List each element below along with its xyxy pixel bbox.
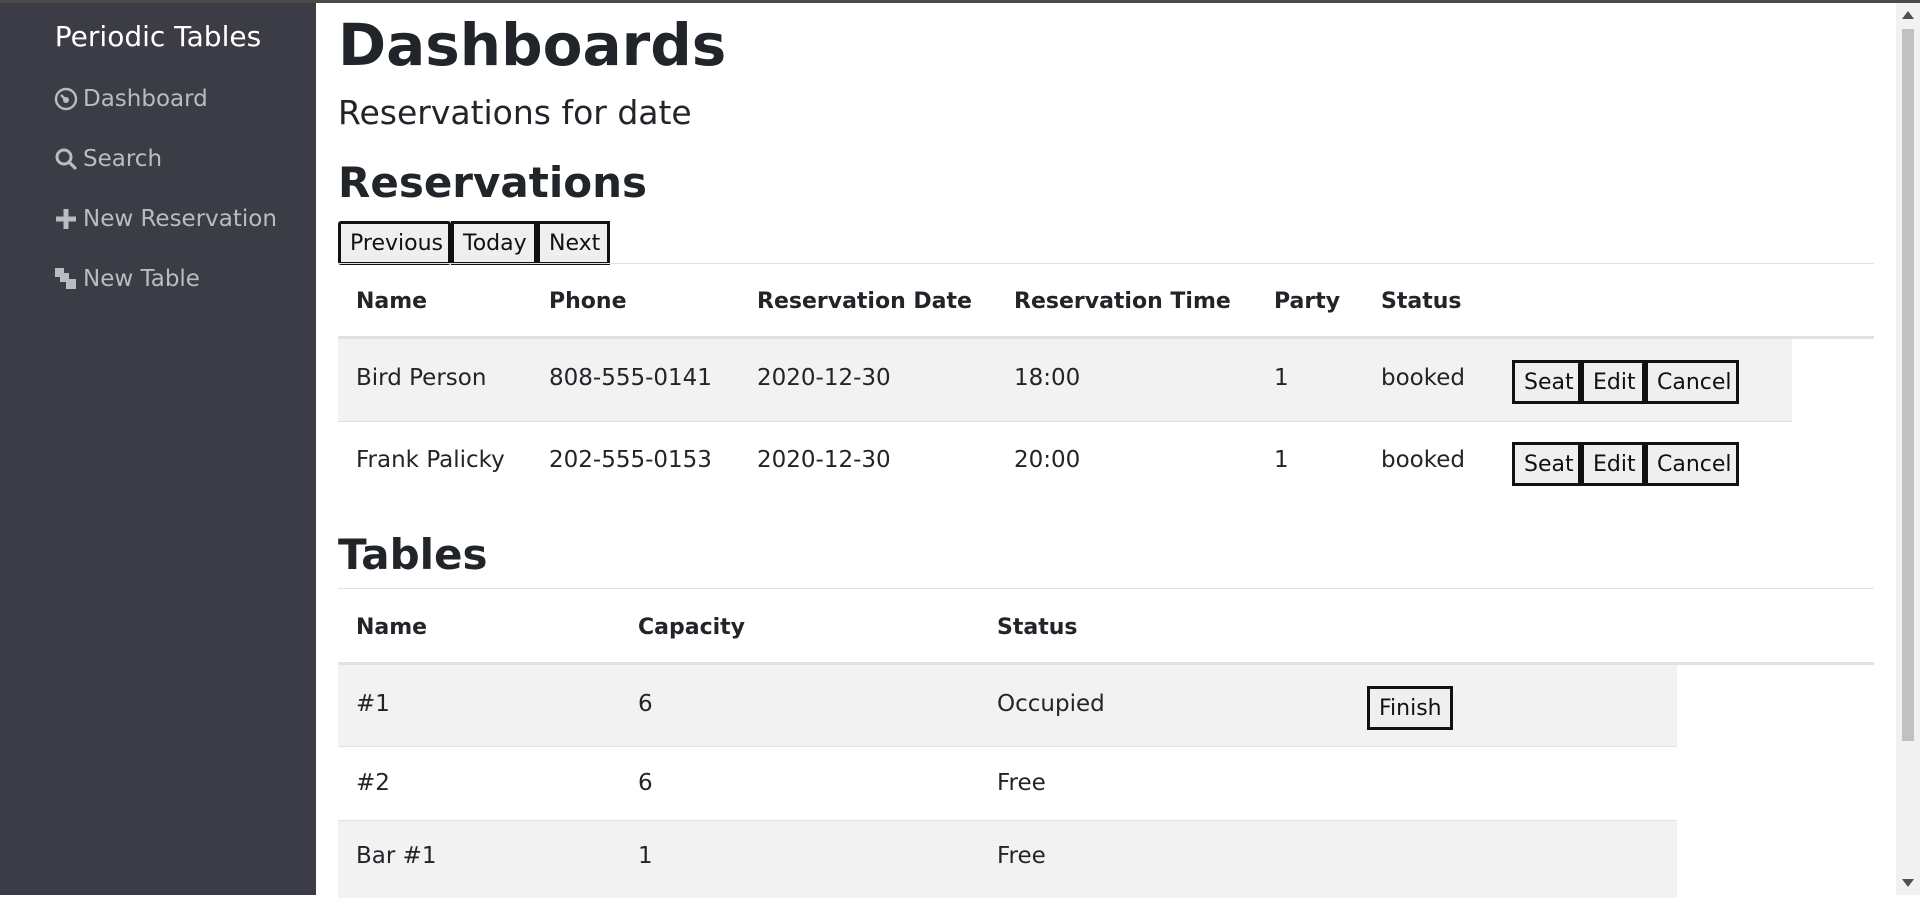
table-row: Bar #1 1 Free: [338, 821, 1677, 898]
sidebar-item-label: Dashboard: [83, 86, 208, 112]
brand-title[interactable]: Periodic Tables: [0, 17, 316, 57]
column-header-reservation-date: Reservation Date: [757, 289, 972, 314]
reservations-heading: Reservations: [338, 158, 647, 207]
column-header-status: Status: [997, 615, 1078, 640]
edit-button[interactable]: Edit: [1581, 360, 1645, 404]
table-row: #2 6 Free: [338, 747, 1677, 820]
reservation-name: Frank Palicky: [356, 447, 505, 473]
reservation-time: 20:00: [1014, 447, 1081, 473]
sidebar-item-new-table[interactable]: New Table: [53, 261, 200, 297]
column-header-capacity: Capacity: [638, 615, 746, 640]
column-header-phone: Phone: [549, 289, 627, 314]
sidebar-item-label: Search: [83, 146, 163, 172]
column-header-party: Party: [1274, 289, 1341, 314]
next-button[interactable]: Next: [537, 221, 610, 265]
previous-button[interactable]: Previous: [338, 221, 451, 265]
column-header-reservation-time: Reservation Time: [1014, 289, 1231, 314]
table-name: #1: [356, 691, 390, 717]
search-icon: [53, 146, 79, 172]
scroll-up-arrow-icon[interactable]: [1902, 11, 1914, 19]
table-name: #2: [356, 770, 390, 796]
cancel-button[interactable]: Cancel: [1645, 360, 1739, 404]
seat-button[interactable]: Seat: [1512, 360, 1581, 404]
table-status: Free: [997, 843, 1046, 869]
page-title: Dashboards: [338, 11, 727, 79]
reservation-date: 2020-12-30: [757, 365, 891, 391]
column-header-status: Status: [1381, 289, 1462, 314]
sidebar: Periodic Tables Dashboard Search New Res…: [0, 3, 316, 895]
sidebar-item-dashboard[interactable]: Dashboard: [53, 81, 208, 117]
table-row: #1 6 Occupied Finish: [338, 665, 1677, 746]
scrollbar-thumb[interactable]: [1902, 29, 1914, 741]
sidebar-item-search[interactable]: Search: [53, 141, 162, 177]
reservation-phone: 808-555-0141: [549, 365, 712, 391]
scroll-down-arrow-icon[interactable]: [1902, 879, 1914, 887]
reservation-actions: Seat Edit Cancel: [1512, 360, 1739, 404]
dashboard-icon: [53, 86, 79, 112]
vertical-scrollbar[interactable]: [1896, 3, 1920, 895]
sidebar-item-new-reservation[interactable]: New Reservation: [53, 201, 277, 237]
plus-icon: [53, 206, 79, 232]
table-status: Free: [997, 770, 1046, 796]
finish-button[interactable]: Finish: [1367, 686, 1453, 730]
reservation-time: 18:00: [1014, 365, 1081, 391]
seat-button[interactable]: Seat: [1512, 442, 1581, 486]
reservation-actions: Seat Edit Cancel: [1512, 442, 1739, 486]
table-icon: [53, 266, 79, 292]
reservation-date: 2020-12-30: [757, 447, 891, 473]
table-status: Occupied: [997, 691, 1105, 717]
table-capacity: 6: [638, 691, 653, 717]
table-top-border: [338, 263, 1874, 264]
reservation-party: 1: [1274, 365, 1289, 391]
reservation-status: booked: [1381, 447, 1465, 473]
table-row: Frank Palicky 202-555-0153 2020-12-30 20…: [338, 422, 1792, 504]
today-button[interactable]: Today: [451, 221, 537, 265]
page-subtitle: Reservations for date: [338, 93, 692, 132]
reservation-party: 1: [1274, 447, 1289, 473]
table-top-border: [338, 588, 1874, 589]
table-row: Bird Person 808-555-0141 2020-12-30 18:0…: [338, 339, 1792, 421]
column-header-name: Name: [356, 289, 428, 314]
reservation-status: booked: [1381, 365, 1465, 391]
table-name: Bar #1: [356, 843, 437, 869]
edit-button[interactable]: Edit: [1581, 442, 1645, 486]
cancel-button[interactable]: Cancel: [1645, 442, 1739, 486]
main-content: Dashboards Reservations for date Reserva…: [316, 3, 1896, 898]
table-capacity: 1: [638, 843, 653, 869]
reservation-name: Bird Person: [356, 365, 487, 391]
tables-heading: Tables: [338, 530, 488, 579]
date-navigation: Previous Today Next: [338, 221, 610, 265]
sidebar-item-label: New Reservation: [83, 206, 277, 232]
column-header-name: Name: [356, 615, 428, 640]
reservation-phone: 202-555-0153: [549, 447, 712, 473]
sidebar-item-label: New Table: [83, 266, 200, 292]
table-capacity: 6: [638, 770, 653, 796]
